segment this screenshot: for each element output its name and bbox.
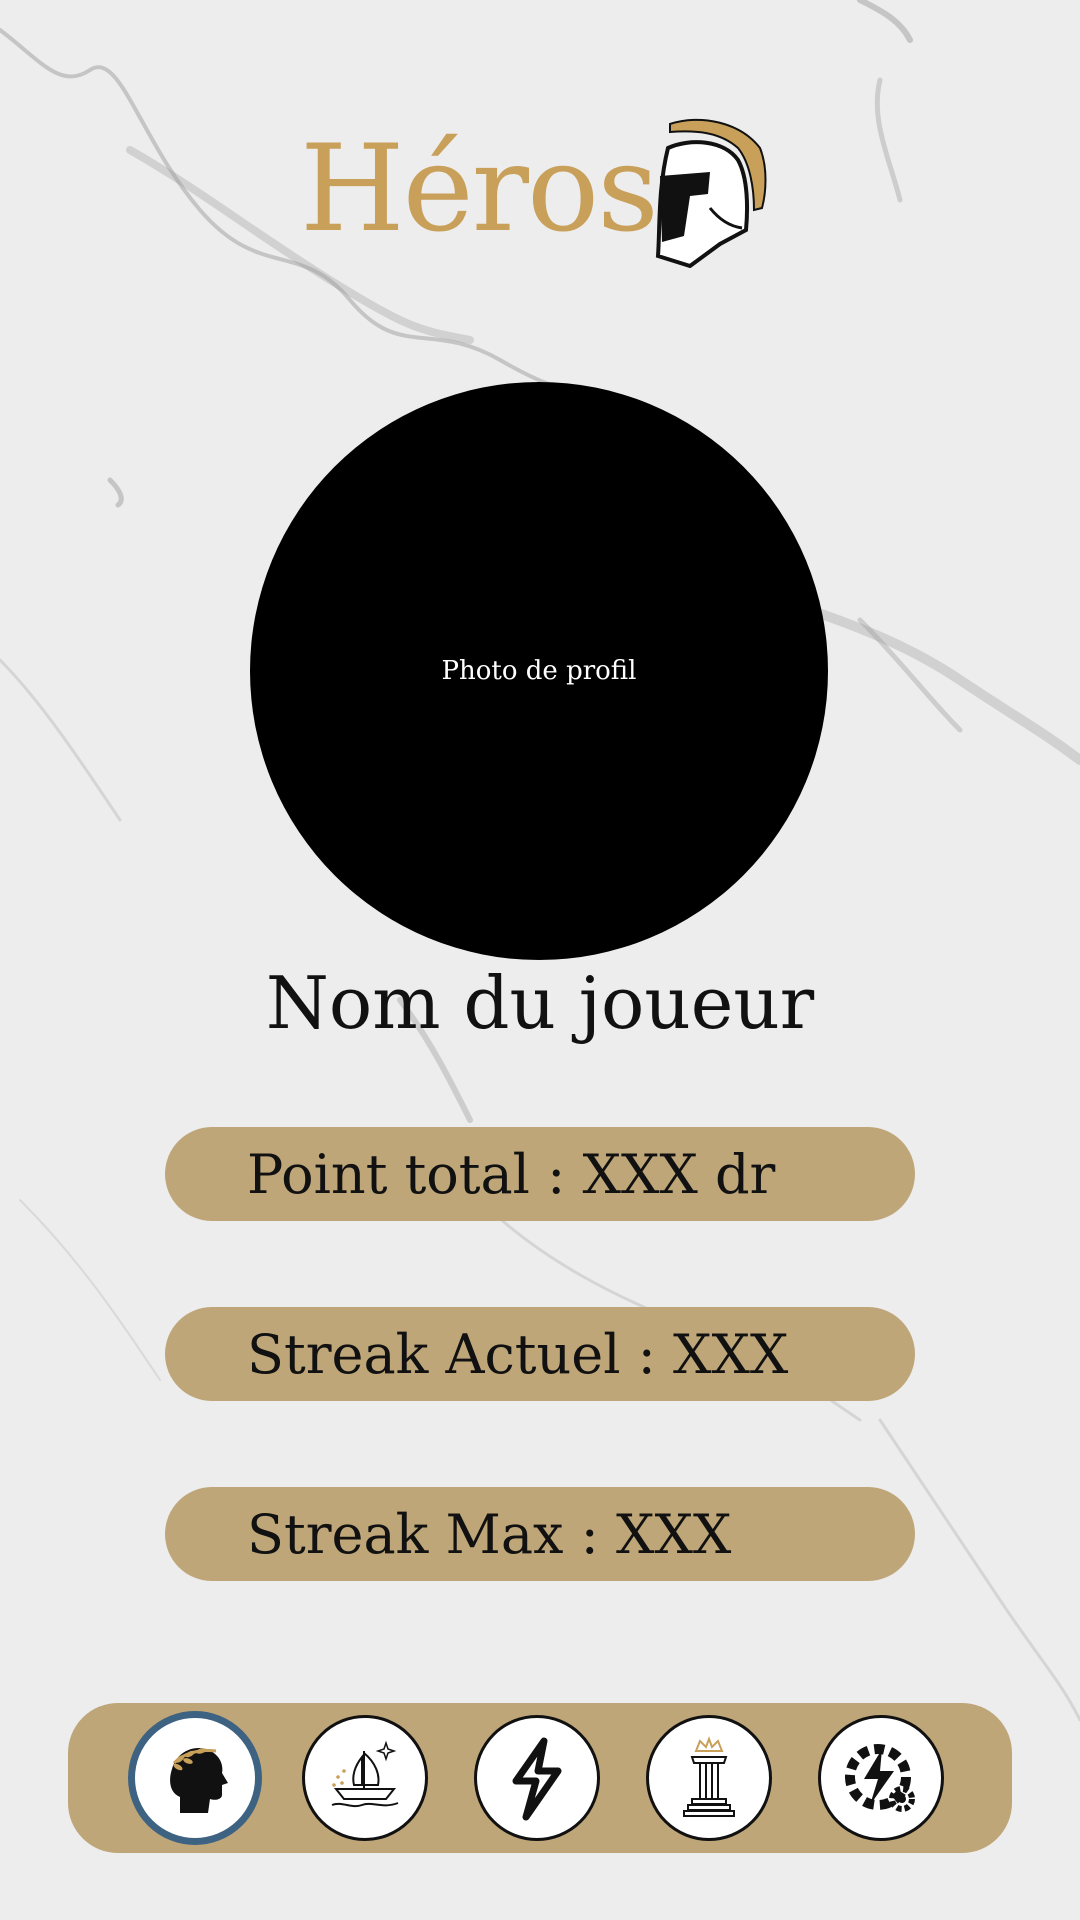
lightning-gear-icon xyxy=(845,1744,915,1812)
lightning-icon xyxy=(512,1737,562,1821)
nav-journey-button[interactable] xyxy=(302,1715,428,1841)
laurel-head-icon xyxy=(170,1747,228,1813)
bottom-nav xyxy=(68,1703,1012,1853)
profile-photo-label: Photo de profil xyxy=(441,656,637,686)
player-name: Nom du joueur xyxy=(265,961,815,1045)
profile-photo[interactable]: Photo de profil xyxy=(250,382,828,960)
app-title: Héros xyxy=(300,120,659,259)
stat-total-points-label: Point total : XXX dr xyxy=(247,1142,776,1206)
column-crown-icon xyxy=(683,1736,735,1817)
stat-total-points: Point total : XXX dr xyxy=(165,1127,915,1221)
greek-ship-icon xyxy=(331,1740,399,1808)
nav-profile-button[interactable] xyxy=(128,1711,262,1845)
nav-challenge-button[interactable] xyxy=(474,1715,600,1841)
stat-current-streak-label: Streak Actuel : XXX xyxy=(247,1322,789,1386)
app-header: Héros xyxy=(0,110,1080,270)
spartan-helmet-icon xyxy=(655,118,767,268)
nav-ranking-button[interactable] xyxy=(646,1715,772,1841)
stat-current-streak: Streak Actuel : XXX xyxy=(165,1307,915,1401)
nav-settings-button[interactable] xyxy=(818,1715,944,1841)
stat-max-streak: Streak Max : XXX xyxy=(165,1487,915,1581)
stat-max-streak-label: Streak Max : XXX xyxy=(247,1502,732,1566)
